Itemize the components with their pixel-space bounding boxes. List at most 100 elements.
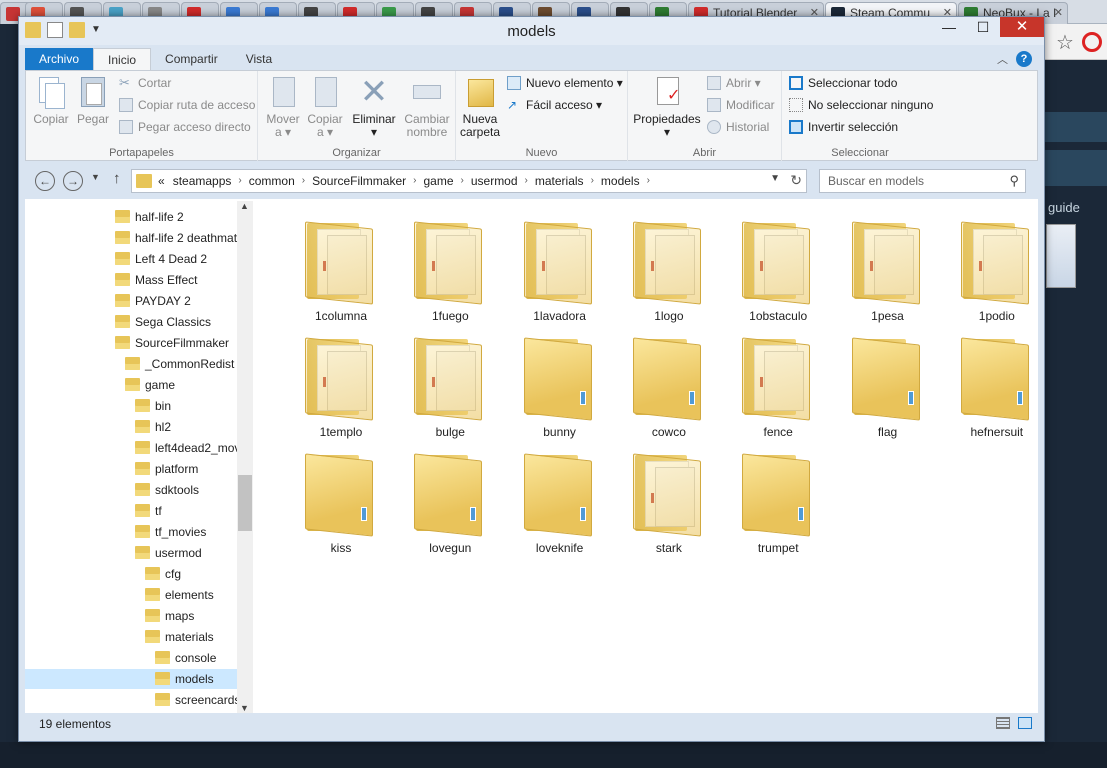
breadcrumb-item[interactable]: common: [249, 170, 295, 192]
tree-item[interactable]: half-life 2 deathmat: [115, 228, 237, 248]
tree-item[interactable]: SourceFilmmaker: [115, 333, 237, 353]
breadcrumb-item[interactable]: materials: [535, 170, 584, 192]
folder-item[interactable]: bulge: [402, 329, 498, 441]
copy-path-button[interactable]: Copiar ruta de acceso: [118, 96, 255, 114]
folder-item[interactable]: fence: [730, 329, 826, 441]
details-view-icon[interactable]: [996, 717, 1010, 729]
invert-selection-button[interactable]: Invertir selección: [788, 118, 898, 136]
delete-button[interactable]: ✕ Eliminar ▾: [350, 75, 398, 139]
folder-item[interactable]: cowco: [621, 329, 717, 441]
history-button[interactable]: Historial: [706, 118, 769, 136]
folder-item[interactable]: bunny: [512, 329, 608, 441]
tree-item[interactable]: tf_movies: [135, 522, 237, 542]
tree-item[interactable]: left4dead2_mov: [135, 438, 240, 458]
up-arrow-icon[interactable]: ↑: [113, 170, 121, 187]
tree-item[interactable]: cfg: [145, 564, 237, 584]
folder-item[interactable]: kiss: [293, 445, 389, 557]
breadcrumb-separator-icon[interactable]: ›: [413, 170, 416, 192]
copy-button[interactable]: Copiar: [32, 75, 70, 126]
minimize-button[interactable]: —: [932, 17, 966, 37]
folder-item[interactable]: 1obstaculo: [730, 213, 826, 325]
tree-item[interactable]: materials: [145, 627, 237, 647]
breadcrumb-item[interactable]: SourceFilmmaker: [312, 170, 406, 192]
folder-item[interactable]: 1lavadora: [512, 213, 608, 325]
address-dropdown-icon[interactable]: ▼: [770, 173, 780, 184]
breadcrumb-item[interactable]: models: [601, 170, 640, 192]
forward-arrow-icon[interactable]: →: [63, 171, 83, 191]
new-folder-button[interactable]: Nueva carpeta: [460, 75, 500, 139]
folder-item[interactable]: 1columna: [293, 213, 389, 325]
tree-item[interactable]: maps: [145, 606, 237, 626]
tree-item[interactable]: game: [125, 375, 237, 395]
folder-item[interactable]: 1templo: [293, 329, 389, 441]
select-all-button[interactable]: Seleccionar todo: [788, 74, 897, 92]
copy-to-button[interactable]: Copiar a ▾: [306, 75, 344, 139]
maximize-button[interactable]: ☐: [966, 17, 1000, 37]
folder-item[interactable]: loveknife: [512, 445, 608, 557]
search-icon[interactable]: ⚲: [1009, 173, 1019, 189]
tree-item[interactable]: console: [155, 648, 237, 668]
bookmark-star-icon[interactable]: ☆: [1056, 30, 1074, 55]
breadcrumb-item[interactable]: usermod: [471, 170, 518, 192]
folder-item[interactable]: lovegun: [402, 445, 498, 557]
breadcrumb-separator-icon[interactable]: ›: [238, 170, 241, 192]
tree-item[interactable]: platform: [135, 459, 237, 479]
rename-button[interactable]: Cambiar nombre: [402, 75, 452, 139]
back-arrow-icon[interactable]: ←: [35, 171, 55, 191]
breadcrumb-separator-icon[interactable]: ›: [525, 170, 528, 192]
paste-shortcut-button[interactable]: Pegar acceso directo: [118, 118, 251, 136]
tree-item[interactable]: bin: [135, 396, 237, 416]
search-input[interactable]: Buscar en models ⚲: [819, 169, 1026, 193]
guide-thumbnail[interactable]: [1046, 224, 1076, 288]
folder-item[interactable]: 1fuego: [402, 213, 498, 325]
tab-file[interactable]: Archivo: [25, 48, 94, 70]
navigation-scrollbar[interactable]: ▲ ▼: [237, 201, 253, 713]
breadcrumb-separator-icon[interactable]: ›: [461, 170, 464, 192]
minimize-ribbon-icon[interactable]: ︿: [997, 51, 1008, 67]
folder-item[interactable]: 1logo: [621, 213, 717, 325]
paste-button[interactable]: Pegar: [74, 75, 112, 126]
folder-item[interactable]: flag: [840, 329, 936, 441]
tab-share[interactable]: Compartir: [151, 48, 232, 70]
tab-home[interactable]: Inicio: [93, 48, 152, 70]
select-none-button[interactable]: No seleccionar ninguno: [788, 96, 933, 114]
close-button[interactable]: ✕: [1000, 17, 1044, 37]
tree-item[interactable]: _CommonRedist: [125, 354, 237, 374]
tree-item[interactable]: elements: [145, 585, 237, 605]
edit-button[interactable]: Modificar: [706, 96, 775, 114]
tree-item[interactable]: models: [25, 669, 237, 689]
tree-item[interactable]: half-life 2: [115, 207, 237, 227]
breadcrumb-item[interactable]: game: [423, 170, 453, 192]
breadcrumb-separator-icon[interactable]: ›: [591, 170, 594, 192]
new-item-button[interactable]: Nuevo elemento ▾: [506, 74, 623, 92]
folder-item[interactable]: 1pesa: [840, 213, 936, 325]
folder-item[interactable]: 1podio: [949, 213, 1045, 325]
scroll-down-icon[interactable]: ▼: [240, 703, 249, 713]
tree-item[interactable]: Mass Effect: [115, 270, 237, 290]
large-icons-view-icon[interactable]: [1018, 717, 1032, 729]
scroll-up-icon[interactable]: ▲: [240, 201, 249, 211]
scrollbar-thumb[interactable]: [238, 475, 252, 531]
breadcrumb-item[interactable]: steamapps: [173, 170, 232, 192]
move-to-button[interactable]: Mover a ▾: [264, 75, 302, 139]
tree-item[interactable]: usermod: [135, 543, 237, 563]
tab-view[interactable]: Vista: [232, 48, 286, 70]
tree-item[interactable]: sdktools: [135, 480, 237, 500]
cut-button[interactable]: ✂ Cortar: [118, 74, 171, 92]
open-button[interactable]: Abrir ▾: [706, 74, 761, 92]
tree-item[interactable]: Sega Classics: [115, 312, 237, 332]
properties-button[interactable]: ✓ Propiedades ▾: [632, 75, 702, 139]
address-bar[interactable]: « steamapps › common › SourceFilmmaker › game › u…: [131, 169, 807, 193]
breadcrumb-separator-icon[interactable]: ›: [302, 170, 305, 192]
tree-item[interactable]: PAYDAY 2: [115, 291, 237, 311]
folder-item[interactable]: stark: [621, 445, 717, 557]
folder-item[interactable]: trumpet: [730, 445, 826, 557]
tree-item[interactable]: screencards: [155, 690, 240, 710]
refresh-icon[interactable]: ↻: [790, 172, 802, 189]
tree-item[interactable]: Left 4 Dead 2: [115, 249, 237, 269]
help-icon[interactable]: ?: [1016, 51, 1032, 67]
tab-close-icon[interactable]: ✕: [1054, 6, 1063, 19]
tree-item[interactable]: hl2: [135, 417, 237, 437]
recent-locations-icon[interactable]: ▼: [91, 172, 100, 182]
breadcrumb-separator-icon[interactable]: ›: [647, 170, 650, 192]
